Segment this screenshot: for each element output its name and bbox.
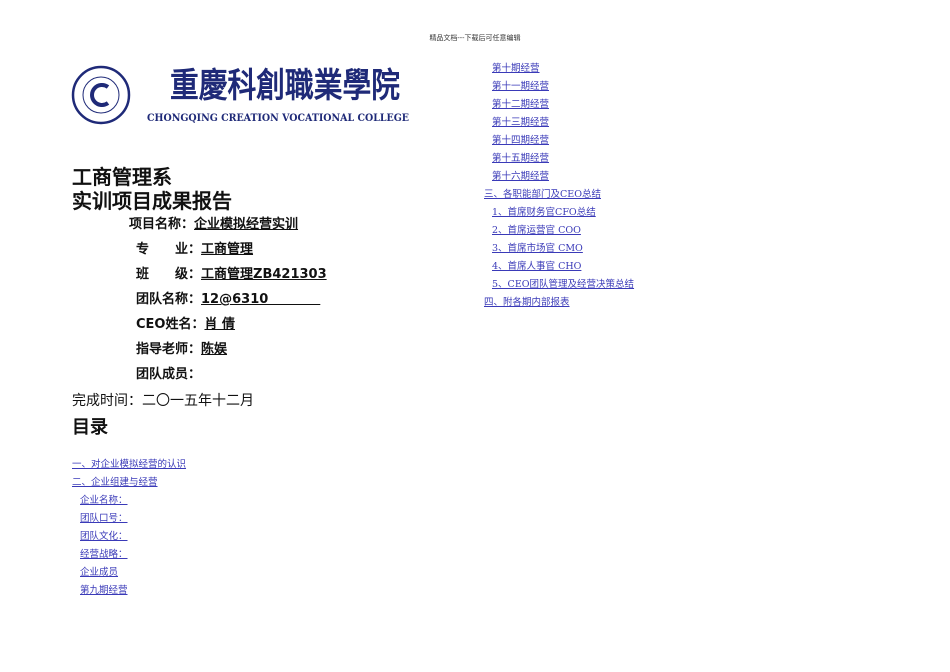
- toc-link[interactable]: 二、企业组建与经营: [72, 477, 158, 489]
- header-note: 精品文档---下载后可任意编辑: [429, 34, 521, 42]
- toc-link[interactable]: 第十一期经营: [492, 81, 549, 93]
- field-value: 企业模拟经营实训: [194, 217, 299, 232]
- toc-link[interactable]: 1、首席财务官CFO总结: [492, 207, 596, 219]
- toc-link[interactable]: 4、首席人事官 CHO: [492, 261, 581, 273]
- toc-link[interactable]: 2、首席运营官 COO: [492, 225, 581, 237]
- field-value: 工商管理: [201, 242, 254, 257]
- toc-link[interactable]: 经营战略：: [80, 549, 128, 561]
- info-field: CEO姓名：肖 倩: [136, 316, 235, 334]
- info-field: 项目名称：企业模拟经营实训: [129, 216, 298, 234]
- toc-link[interactable]: 团队口号：: [80, 513, 128, 525]
- info-field: 班 级：工商管理ZB421303: [136, 266, 327, 284]
- toc-link[interactable]: 三、各职能部门及CEO总结: [484, 189, 601, 201]
- toc-link[interactable]: 5、CEO团队管理及经营决策总结: [492, 279, 634, 291]
- field-label: 项目名称：: [129, 217, 195, 232]
- toc-link[interactable]: 第十五期经营: [492, 153, 549, 165]
- toc-heading: 目录: [72, 417, 108, 438]
- field-label: 团队成员：: [136, 367, 202, 382]
- toc-link[interactable]: 3、首席市场官 CMO: [492, 243, 583, 255]
- toc-link[interactable]: 第十期经营: [492, 63, 540, 75]
- toc-link[interactable]: 第十三期经营: [492, 117, 549, 129]
- field-label: 专 业：: [136, 242, 202, 257]
- field-value: 肖 倩: [204, 317, 236, 332]
- department-title: 工商管理系: [72, 165, 172, 189]
- field-value: 工商管理ZB421303: [201, 267, 327, 282]
- info-field: 团队名称：12@6310: [136, 291, 320, 309]
- toc-link[interactable]: 企业成员: [80, 567, 118, 579]
- field-label: 指导老师：: [136, 342, 202, 357]
- info-field: 专 业：工商管理: [136, 241, 253, 259]
- toc-link[interactable]: 第十四期经营: [492, 135, 549, 147]
- toc-link[interactable]: 企业名称：: [80, 495, 128, 507]
- toc-link[interactable]: 团队文化：: [80, 531, 128, 543]
- document-page: 精品文档---下载后可任意编辑 重慶科創職業學院 CHONGQING CREAT…: [0, 0, 950, 672]
- completion-date: 完成时间：二〇一五年十二月: [72, 393, 254, 409]
- info-field: 团队成员：: [136, 366, 201, 384]
- field-label: 班 级：: [136, 267, 202, 282]
- toc-link[interactable]: 第十二期经营: [492, 99, 549, 111]
- field-value: 12@6310: [201, 292, 321, 307]
- toc-link[interactable]: 第九期经营: [80, 585, 128, 597]
- toc-link[interactable]: 第十六期经营: [492, 171, 549, 183]
- field-label: CEO姓名：: [136, 317, 205, 332]
- toc-link[interactable]: 一、对企业模拟经营的认识: [72, 459, 186, 471]
- toc-link[interactable]: 四、附各期内部报表: [484, 297, 570, 309]
- info-field: 指导老师：陈娱: [136, 341, 227, 359]
- svg-text:重慶科創職業學院: 重慶科創職業學院: [170, 66, 400, 106]
- field-label: 团队名称：: [136, 292, 202, 307]
- college-logo: 重慶科創職業學院 CHONGQING CREATION VOCATIONAL C…: [71, 65, 409, 125]
- svg-text:CHONGQING CREATION VOCATIONAL: CHONGQING CREATION VOCATIONAL COLLEGE: [147, 112, 409, 124]
- field-value: 陈娱: [201, 342, 228, 357]
- report-title: 实训项目成果报告: [72, 189, 232, 213]
